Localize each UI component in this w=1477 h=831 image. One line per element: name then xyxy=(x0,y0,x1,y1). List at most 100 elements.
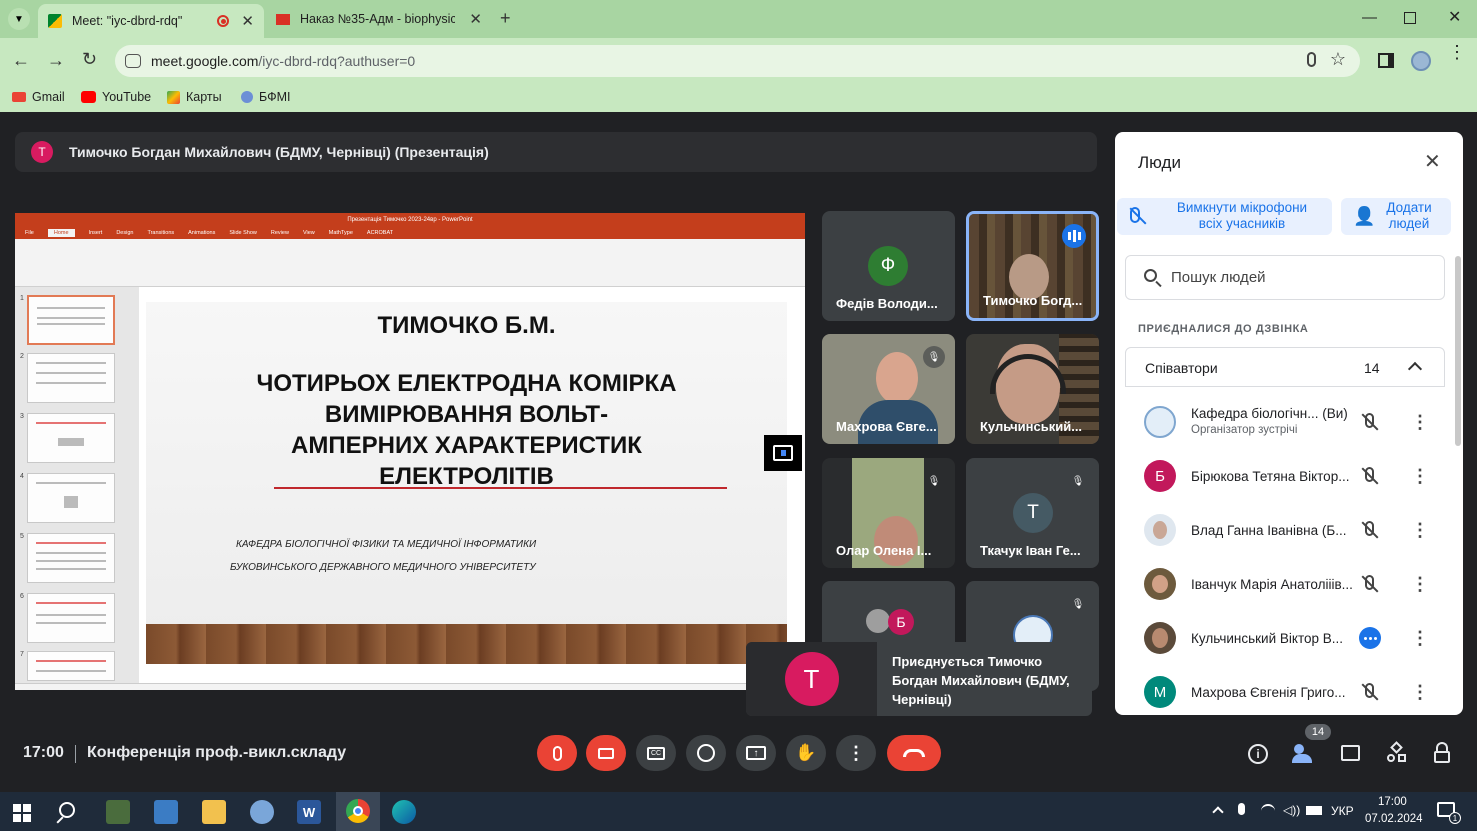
muted-mic-icon[interactable] xyxy=(1359,681,1381,703)
taskbar-app-icon[interactable] xyxy=(154,800,178,824)
muted-mic-icon[interactable] xyxy=(1359,411,1381,433)
meeting-details-icon[interactable]: i xyxy=(1248,744,1268,764)
collaborators-group-header[interactable]: Співавтори 14 xyxy=(1125,347,1445,387)
participant-row[interactable]: Кафедра біологічн... (Ви) Організатор зу… xyxy=(1115,395,1450,449)
participant-row[interactable]: Іванчук Марія Анатолііів... ⋮ xyxy=(1115,557,1450,611)
tray-wifi-icon[interactable] xyxy=(1261,804,1275,818)
tab-nakaz[interactable]: Наказ №35-Адм - biophysics@ ✕ xyxy=(266,4,492,34)
bfmi-icon xyxy=(241,91,253,103)
mic-toggle-button[interactable] xyxy=(537,735,577,771)
close-panel-icon[interactable]: ✕ xyxy=(1424,149,1441,174)
start-windows-icon[interactable] xyxy=(13,804,31,822)
tab-list-dropdown-button[interactable]: ▼ xyxy=(8,8,30,30)
forward-icon[interactable]: → xyxy=(47,50,65,71)
present-screen-button[interactable]: ↑ xyxy=(736,735,776,771)
close-tab-icon[interactable]: ✕ xyxy=(241,12,254,30)
participant-tile[interactable]: Ф Федів Володи... xyxy=(822,211,955,321)
bookmark-youtube[interactable]: YouTube xyxy=(81,90,151,104)
camera-toggle-button[interactable] xyxy=(586,735,626,771)
bookmark-label: YouTube xyxy=(102,90,152,104)
muted-mic-icon: 🎙 xyxy=(1071,598,1085,610)
captions-button[interactable]: CC xyxy=(636,735,676,771)
time-separator xyxy=(75,745,76,763)
participant-avatar xyxy=(1144,406,1176,438)
tray-volume-icon[interactable]: ◁)) xyxy=(1283,803,1300,817)
tray-mic-icon[interactable] xyxy=(1238,803,1245,815)
add-people-button[interactable]: 👤 Додати людей xyxy=(1341,198,1451,235)
leave-call-button[interactable] xyxy=(887,735,941,771)
participant-tile-speaking[interactable]: Тимочко Богд... xyxy=(966,211,1099,321)
taskbar-app-icon[interactable] xyxy=(106,800,130,824)
participant-tile[interactable]: Т 🎙 Ткачук Іван Ге... xyxy=(966,458,1099,568)
minimize-icon[interactable]: — xyxy=(1362,9,1377,26)
bookmark-maps[interactable]: Карты xyxy=(167,90,222,104)
activities-icon[interactable] xyxy=(1387,741,1407,763)
edge-icon[interactable] xyxy=(392,800,416,824)
participant-tile[interactable]: Кульчинський... xyxy=(966,334,1099,444)
close-tab-icon[interactable]: ✕ xyxy=(469,10,482,28)
voice-search-icon[interactable] xyxy=(1307,52,1316,67)
participant-row[interactable]: М Махрова Євгенія Григо... ⋮ xyxy=(1115,665,1450,715)
more-options-icon[interactable]: ⋮ xyxy=(1411,466,1429,487)
participant-tile[interactable]: 🎙 Махрова Євге... xyxy=(822,334,955,444)
site-info-icon[interactable] xyxy=(125,54,141,68)
tray-time[interactable]: 17:00 xyxy=(1378,796,1407,808)
presenter-bar: Т Тимочко Богдан Михайлович (БДМУ, Черні… xyxy=(15,132,1097,172)
restore-icon[interactable] xyxy=(1404,12,1416,24)
muted-mic-icon[interactable] xyxy=(1359,465,1381,487)
more-options-icon[interactable]: ⋮ xyxy=(1411,682,1429,703)
maps-icon xyxy=(167,90,180,104)
raise-hand-button[interactable]: ✋ xyxy=(786,735,826,771)
muted-mic-icon[interactable] xyxy=(1359,519,1381,541)
active-speaker-icon xyxy=(1359,627,1381,649)
participant-row[interactable]: Б Бірюкова Тетяна Віктор... ⋮ xyxy=(1115,449,1450,503)
reactions-button[interactable] xyxy=(686,735,726,771)
participant-name: Кульчинський... xyxy=(980,419,1083,434)
bookmark-gmail[interactable]: Gmail xyxy=(12,90,65,104)
hang-up-icon xyxy=(903,749,925,757)
bookmark-bfmi[interactable]: БФМІ xyxy=(241,90,290,104)
profile-avatar[interactable] xyxy=(1411,51,1431,71)
more-options-icon[interactable]: ⋮ xyxy=(1411,412,1429,433)
taskbar-app-icon[interactable] xyxy=(250,800,274,824)
people-scrollbar[interactable] xyxy=(1455,256,1461,446)
thumb-number: 5 xyxy=(20,533,24,540)
host-controls-icon[interactable] xyxy=(1434,742,1450,764)
tab-meet[interactable]: Meet: "iyc-dbrd-rdq" ✕ xyxy=(38,4,264,38)
collapse-chevron-icon[interactable] xyxy=(1407,361,1423,377)
tray-language[interactable]: УКР xyxy=(1331,804,1354,818)
tray-chevron-icon[interactable] xyxy=(1212,806,1224,818)
tray-battery-icon[interactable] xyxy=(1306,806,1322,815)
participant-avatar: Ф xyxy=(868,246,908,286)
participant-row[interactable]: Кульчинський Віктор В... ⋮ xyxy=(1115,611,1450,665)
participant-row[interactable]: Влад Ганна Іванівна (Б... ⋮ xyxy=(1115,503,1450,557)
more-vert-icon: ⋮ xyxy=(847,742,865,763)
word-icon[interactable]: W xyxy=(297,800,321,824)
more-options-icon[interactable]: ⋮ xyxy=(1411,628,1429,649)
new-tab-icon[interactable]: + xyxy=(500,8,511,29)
pin-presentation-icon[interactable] xyxy=(764,435,802,471)
reload-icon[interactable]: ↻ xyxy=(82,49,97,70)
people-search-field[interactable]: Пошук людей xyxy=(1125,255,1445,300)
mute-all-button[interactable]: Вимкнути мікрофони всіх учасників xyxy=(1117,198,1332,235)
participant-name: Федів Володи... xyxy=(836,296,938,311)
muted-mic-icon[interactable] xyxy=(1359,573,1381,595)
muted-mic-icon: 🎙 xyxy=(923,346,945,368)
more-options-icon[interactable]: ⋮ xyxy=(1411,574,1429,595)
file-explorer-icon[interactable] xyxy=(202,800,226,824)
side-panel-icon[interactable] xyxy=(1378,53,1394,68)
chat-icon[interactable] xyxy=(1341,745,1360,761)
participant-avatar: Т xyxy=(1013,493,1053,533)
close-window-icon[interactable]: ✕ xyxy=(1448,7,1461,27)
chrome-icon[interactable] xyxy=(336,792,380,831)
participant-tile[interactable]: 🎙 Олар Олена І... xyxy=(822,458,955,568)
address-bar[interactable]: meet.google.com/iyc-dbrd-rdq?authuser=0 … xyxy=(115,45,1360,77)
tray-date[interactable]: 07.02.2024 xyxy=(1365,813,1423,825)
participant-name: Влад Ганна Іванівна (Б... xyxy=(1191,522,1347,538)
more-options-icon[interactable]: ⋮ xyxy=(1411,520,1429,541)
back-icon[interactable]: ← xyxy=(12,50,30,71)
people-button[interactable] xyxy=(1292,742,1316,764)
menu-kebab-icon[interactable]: ⋮ xyxy=(1448,43,1466,61)
more-options-button[interactable]: ⋮ xyxy=(836,735,876,771)
bookmark-star-icon[interactable]: ☆ xyxy=(1330,49,1346,70)
